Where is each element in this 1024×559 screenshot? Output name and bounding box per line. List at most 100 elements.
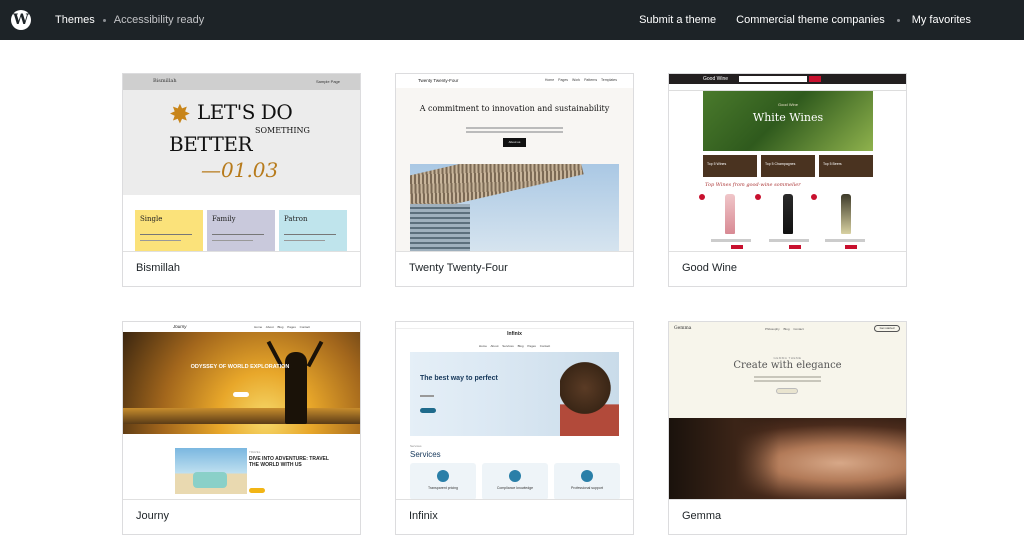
wine-bottle [783,194,793,234]
pricing-plan: Patron [279,210,347,251]
service-label: Professional support [571,486,603,490]
theme-name[interactable]: Good Wine [682,262,737,274]
theme-card-infinix[interactable]: Infinix Home About Services Blog Pages C… [395,321,634,535]
preview-header: Journy Home About Blog Pages Contact [123,322,360,332]
category-tile: Top 5 Wines [703,155,757,177]
theme-preview-good-wine[interactable]: Good Wine Good Wine White Wines Top 5 Wi… [669,74,906,252]
product-info [769,239,809,242]
preview-headline: LET'S DO [197,100,293,124]
theme-preview-journy[interactable]: Journy Home About Blog Pages Contact ODY… [123,322,360,500]
wordpress-logo-icon[interactable]: W [11,10,31,30]
preview-hero: Good Wine White Wines [703,91,873,151]
preview-search [739,76,807,82]
theme-name[interactable]: Bismillah [136,262,180,274]
sale-badge [811,194,817,200]
plan-title: Single [140,215,163,223]
category-tile: Top 5 Beers [819,155,873,177]
preview-brand: Bismillah [153,78,177,84]
preview-header: Good Wine [669,74,906,84]
theme-preview-infinix[interactable]: Infinix Home About Services Blog Pages C… [396,322,633,500]
service-card: Transparent pricing [410,463,476,499]
preview-headline: SOMETHING [255,126,310,135]
service-card: Professional support [554,463,620,499]
nav-separator [896,18,900,22]
theme-name[interactable]: Gemma [682,510,721,522]
preview-headline: A commitment to innovation and sustainab… [419,104,610,113]
theme-card-bismillah[interactable]: Bismillah Sample Page ✸ LET'S DO SOMETHI… [122,73,361,287]
product-info [711,239,751,242]
person-silhouette [285,352,307,424]
theme-name[interactable]: Infinix [409,510,438,522]
pricing-plan: Family [207,210,275,251]
preview-header: Twenty Twenty-Four Home Pages Work Patte… [396,74,633,88]
wine-bottle [725,194,735,234]
preview-topbar [396,322,633,329]
hero-subtitle: Good Wine [777,102,798,107]
preview-menu: Home About Blog Pages Contact [254,325,310,329]
preview-menu: Home Pages Work Patterns Templates [544,78,617,82]
price-badge [731,245,743,249]
top-navigation-bar: W Themes Accessibility ready Submit a th… [0,0,1024,40]
preview-subtext [466,127,563,136]
header-actions: Submit a theme Commercial theme companie… [639,0,971,40]
preview-headline: —01.03 [201,158,279,182]
price-badge [789,245,801,249]
my-favorites-link[interactable]: My favorites [912,14,971,26]
preview-menu: Home About Services Blog Pages Contact [478,344,551,348]
preview-header: Bismillah Sample Page [123,74,360,90]
section-label: Services [410,444,422,448]
wine-bottle [841,194,851,234]
sea-image [123,408,360,424]
hero-text [420,395,434,397]
preview-brand: Good Wine [703,76,729,82]
sale-badge [699,194,705,200]
preview-brand: Journy [173,324,187,329]
pricing-plan: Single [135,210,203,251]
building-image [410,164,619,251]
plan-title: Family [212,215,236,223]
themes-link[interactable]: Themes [55,14,95,26]
van-image [193,472,227,488]
hero-title: ODYSSEY OF WORLD EXPLORATION [190,364,290,370]
preview-menu [669,84,906,91]
theme-preview-gemma[interactable]: Gemma Philosophy Blog Contact Get starte… [669,322,906,500]
theme-card-good-wine[interactable]: Good Wine Good Wine White Wines Top 5 Wi… [668,73,907,287]
preview-brand: Infinix [507,331,522,337]
portrait-photo [669,418,779,499]
service-icon [581,470,593,482]
service-icon [509,470,521,482]
hero-title: Create with elegance [733,360,842,371]
accessibility-ready-filter[interactable]: Accessibility ready [114,14,204,26]
preview-button [233,392,249,397]
woman-photo [560,360,619,436]
section-title: Top Wines from good-wine sommelier [705,182,801,188]
breadcrumb-separator [102,18,106,22]
theme-preview-twenty-twenty-four[interactable]: Twenty Twenty-Four Home Pages Work Patte… [396,74,633,252]
commercial-theme-companies-link[interactable]: Commercial theme companies [736,14,885,26]
preview-brand: Gemma [674,326,692,331]
theme-card-twenty-twenty-four[interactable]: Twenty Twenty-Four Home Pages Work Patte… [395,73,634,287]
submit-theme-link[interactable]: Submit a theme [639,14,716,26]
section-label: TRAVEL [249,450,261,454]
preview-menu: Sample Page [315,79,340,84]
price-badge [845,245,857,249]
plan-title: Patron [284,215,308,223]
preview-hero: The best way to perfect [410,352,619,436]
preview-headline: BETTER [169,132,253,156]
preview-button: About us [503,138,526,147]
theme-card-journy[interactable]: Journy Home About Blog Pages Contact ODY… [122,321,361,535]
category-tile: Top 5 Champagnes [761,155,815,177]
theme-card-gemma[interactable]: Gemma Philosophy Blog Contact Get starte… [668,321,907,535]
service-label: Transparent pricing [427,486,459,490]
hero-text [754,376,821,384]
preview-brand: Twenty Twenty-Four [418,78,459,83]
product-info [825,239,865,242]
theme-preview-bismillah[interactable]: Bismillah Sample Page ✸ LET'S DO SOMETHI… [123,74,360,252]
preview-search-button [809,76,821,82]
preview-button [249,488,265,493]
breadcrumb: Themes Accessibility ready [55,0,204,40]
theme-name[interactable]: Journy [136,510,169,522]
section-title: Services [410,450,441,459]
star-icon: ✸ [169,99,191,129]
theme-name[interactable]: Twenty Twenty-Four [409,262,508,274]
